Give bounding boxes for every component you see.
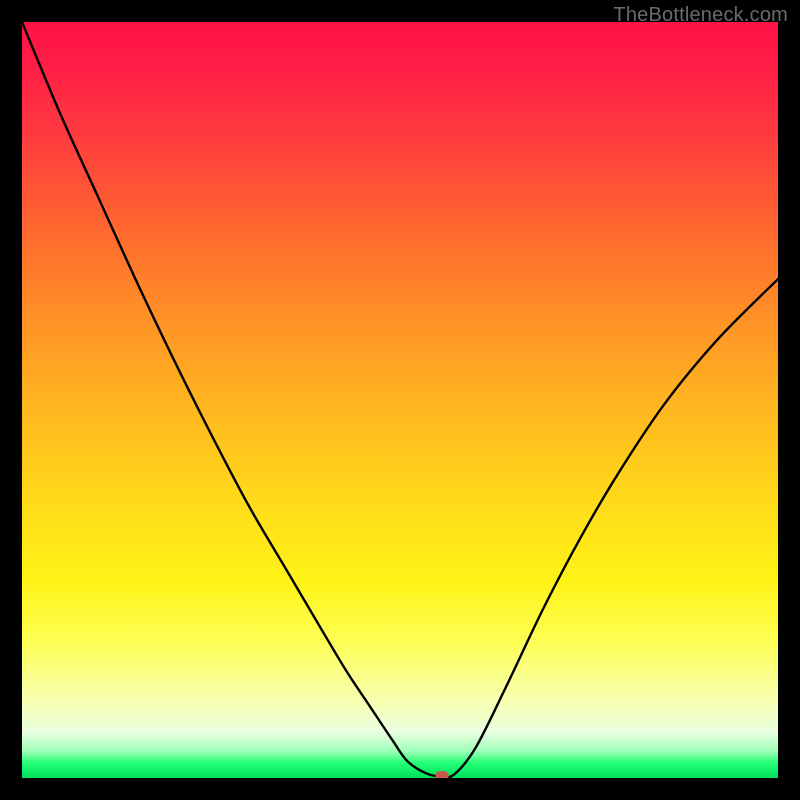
chart-frame: TheBottleneck.com xyxy=(0,0,800,800)
bottleneck-curve xyxy=(22,22,778,778)
plot-area xyxy=(22,22,778,778)
watermark-text: TheBottleneck.com xyxy=(613,4,788,27)
curve-path xyxy=(22,22,778,777)
minimum-marker xyxy=(436,771,449,778)
